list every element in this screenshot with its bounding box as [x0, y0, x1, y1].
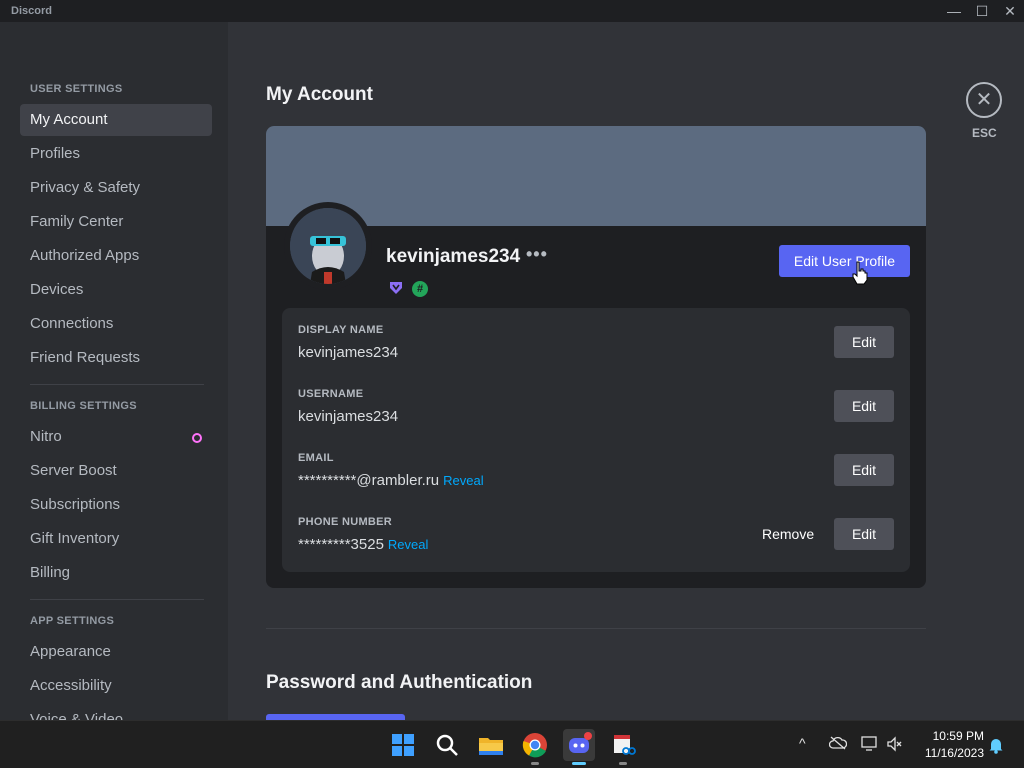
- field-value: kevinjames234: [298, 344, 399, 361]
- page-title: My Account: [266, 84, 373, 105]
- settings-main: My Account ✕ ESC kevinjames234 ••• # Edi…: [228, 22, 1024, 720]
- phone-value: *********3525: [298, 536, 384, 553]
- edit-user-profile-button[interactable]: Edit User Profile: [779, 245, 910, 277]
- windows-start-icon[interactable]: [387, 729, 419, 761]
- tray-overflow-icon[interactable]: ^: [799, 735, 806, 751]
- sidebar-section-app-settings: APP SETTINGS: [30, 615, 115, 627]
- notification-bell-icon[interactable]: [988, 736, 1004, 757]
- avatar-frame: [284, 202, 372, 290]
- sidebar-item-label: Nitro: [30, 428, 62, 445]
- sidebar-section-user-settings: USER SETTINGS: [30, 83, 123, 95]
- edit-username-button[interactable]: Edit: [834, 390, 894, 422]
- field-phone-number: PHONE NUMBER *********3525 Reveal Remove …: [298, 516, 894, 566]
- onedrive-offline-icon[interactable]: [828, 736, 848, 753]
- sidebar-item-accessibility[interactable]: Accessibility: [20, 670, 212, 702]
- sidebar-item-devices[interactable]: Devices: [20, 274, 212, 306]
- sidebar-section-billing-settings: BILLING SETTINGS: [30, 400, 137, 412]
- discord-window: Discord — ☐ ✕ USER SETTINGS My Account P…: [0, 0, 1024, 768]
- field-email: EMAIL **********@rambler.ru Reveal Edit: [298, 452, 894, 502]
- reveal-email-link[interactable]: Reveal: [443, 473, 483, 488]
- sidebar-item-friend-requests[interactable]: Friend Requests: [20, 342, 212, 374]
- window-title: Discord: [11, 5, 52, 17]
- field-value: kevinjames234: [298, 408, 399, 425]
- sidebar-item-profiles[interactable]: Profiles: [20, 138, 212, 170]
- clock-date[interactable]: 11/16/2023: [916, 746, 984, 760]
- sidebar-item-privacy-safety[interactable]: Privacy & Safety: [20, 172, 212, 204]
- volume-muted-icon[interactable]: [886, 736, 902, 755]
- more-options-icon[interactable]: •••: [526, 244, 548, 265]
- sidebar-item-gift-inventory[interactable]: Gift Inventory: [20, 523, 212, 555]
- profile-username: kevinjames234: [386, 246, 521, 267]
- settings-sidebar: USER SETTINGS My Account Profiles Privac…: [0, 22, 228, 720]
- sidebar-item-authorized-apps[interactable]: Authorized Apps: [20, 240, 212, 272]
- network-icon[interactable]: [861, 736, 879, 755]
- account-fields-panel: DISPLAY NAME kevinjames234 Edit USERNAME…: [282, 308, 910, 572]
- minimize-button[interactable]: —: [940, 0, 968, 22]
- section-divider: [266, 628, 926, 629]
- close-settings-button[interactable]: ✕: [966, 82, 1002, 118]
- taskbar-running-indicator: [619, 762, 627, 765]
- discord-icon[interactable]: [563, 729, 595, 765]
- edit-email-button[interactable]: Edit: [834, 454, 894, 486]
- file-explorer-icon[interactable]: [475, 729, 507, 761]
- field-display-name: DISPLAY NAME kevinjames234 Edit: [298, 324, 894, 374]
- remove-phone-button[interactable]: Remove: [762, 518, 814, 550]
- field-username: USERNAME kevinjames234 Edit: [298, 388, 894, 438]
- field-value: **********@rambler.ru Reveal: [298, 472, 484, 489]
- nitro-icon: [192, 433, 202, 443]
- close-window-button[interactable]: ✕: [996, 0, 1024, 22]
- clock-time[interactable]: 10:59 PM: [920, 729, 984, 743]
- sidebar-item-my-account[interactable]: My Account: [20, 104, 212, 136]
- sidebar-item-subscriptions[interactable]: Subscriptions: [20, 489, 212, 521]
- sidebar-item-nitro[interactable]: Nitro: [20, 421, 212, 453]
- field-label: EMAIL: [298, 452, 334, 464]
- title-bar: Discord — ☐ ✕: [0, 0, 1024, 22]
- edit-display-name-button[interactable]: Edit: [834, 326, 894, 358]
- field-label: PHONE NUMBER: [298, 516, 393, 528]
- search-icon[interactable]: [431, 729, 463, 761]
- password-auth-heading: Password and Authentication: [266, 672, 533, 693]
- hand-cursor-icon: [852, 261, 868, 285]
- reveal-phone-link[interactable]: Reveal: [388, 537, 428, 552]
- field-value: *********3525 Reveal: [298, 536, 428, 553]
- edit-phone-button[interactable]: Edit: [834, 518, 894, 550]
- sidebar-divider: [30, 384, 204, 385]
- taskbar: ^ 10:59 PM 11/16/2023: [0, 720, 1024, 768]
- taskbar-running-indicator: [531, 762, 539, 765]
- sidebar-item-voice-video[interactable]: Voice & Video: [20, 704, 212, 720]
- sidebar-item-billing[interactable]: Billing: [20, 557, 212, 589]
- snipping-tool-icon[interactable]: [607, 729, 639, 765]
- field-label: USERNAME: [298, 388, 364, 400]
- sidebar-item-server-boost[interactable]: Server Boost: [20, 455, 212, 487]
- taskbar-active-indicator: [572, 762, 586, 765]
- esc-label: ESC: [972, 126, 997, 140]
- field-label: DISPLAY NAME: [298, 324, 384, 336]
- sidebar-item-connections[interactable]: Connections: [20, 308, 212, 340]
- account-card: kevinjames234 ••• # Edit User Profile DI…: [266, 126, 926, 588]
- chrome-icon[interactable]: [519, 729, 551, 765]
- avatar[interactable]: [290, 208, 366, 284]
- sidebar-item-appearance[interactable]: Appearance: [20, 636, 212, 668]
- sidebar-item-family-center[interactable]: Family Center: [20, 206, 212, 238]
- maximize-button[interactable]: ☐: [968, 0, 996, 22]
- email-value: **********@rambler.ru: [298, 472, 440, 489]
- sidebar-divider: [30, 599, 204, 600]
- nitro-badge-icon[interactable]: [388, 280, 404, 296]
- profile-banner: [266, 126, 926, 226]
- hash-badge-icon[interactable]: #: [412, 281, 428, 297]
